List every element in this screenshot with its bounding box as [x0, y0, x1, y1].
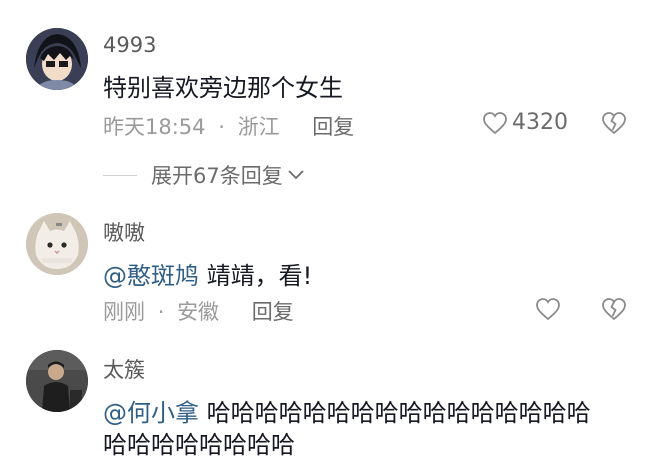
comment-username[interactable]: 太簇 [103, 354, 145, 384]
comment-time: 昨天18:54 [103, 115, 206, 139]
dislike-button[interactable] [601, 297, 627, 325]
like-button[interactable]: 4320 [482, 110, 568, 135]
comment-text-body: 靖靖，看! [199, 262, 313, 290]
divider-line [103, 174, 137, 176]
mention-link[interactable]: @憨斑鸠 [103, 262, 199, 290]
avatar[interactable] [26, 213, 88, 275]
comment-text: @何小拿 哈哈哈哈哈哈哈哈哈哈哈哈哈哈哈哈 [103, 393, 591, 428]
comment-meta: 昨天18:54 · 浙江 回复 [103, 111, 354, 141]
comment-time: 刚刚 [103, 300, 145, 324]
comment-text-body: 哈哈哈哈哈哈哈哈哈哈哈哈哈哈哈哈 [199, 399, 591, 427]
comment-username[interactable]: 4993 [103, 33, 156, 57]
like-button[interactable] [535, 297, 561, 321]
heart-icon [483, 111, 507, 134]
meta-separator: · [157, 300, 165, 324]
expand-replies-button[interactable]: 展开67条回复 [103, 160, 305, 190]
mention-link[interactable]: @何小拿 [103, 399, 199, 427]
meta-separator: · [218, 115, 225, 139]
comment-username[interactable]: 嗷嗷 [103, 217, 145, 247]
comment-location: 安徽 [177, 300, 220, 324]
reply-button[interactable]: 回复 [252, 300, 294, 324]
broken-heart-icon [602, 298, 626, 321]
heart-icon [536, 298, 560, 321]
dislike-button[interactable] [601, 111, 627, 139]
reply-button[interactable]: 回复 [312, 115, 354, 139]
comment-text: @憨斑鸠 靖靖，看! [103, 256, 312, 291]
chevron-down-icon [288, 170, 304, 180]
comment-location: 浙江 [237, 115, 280, 139]
avatar[interactable] [26, 350, 88, 412]
comment-meta: 刚刚 · 安徽 回复 [103, 296, 294, 326]
like-count: 4320 [512, 110, 568, 135]
comment-text: 特别喜欢旁边那个女生 [103, 74, 343, 102]
broken-heart-icon [602, 112, 626, 135]
avatar[interactable] [26, 28, 88, 90]
expand-replies-label: 展开67条回复 [151, 164, 283, 188]
